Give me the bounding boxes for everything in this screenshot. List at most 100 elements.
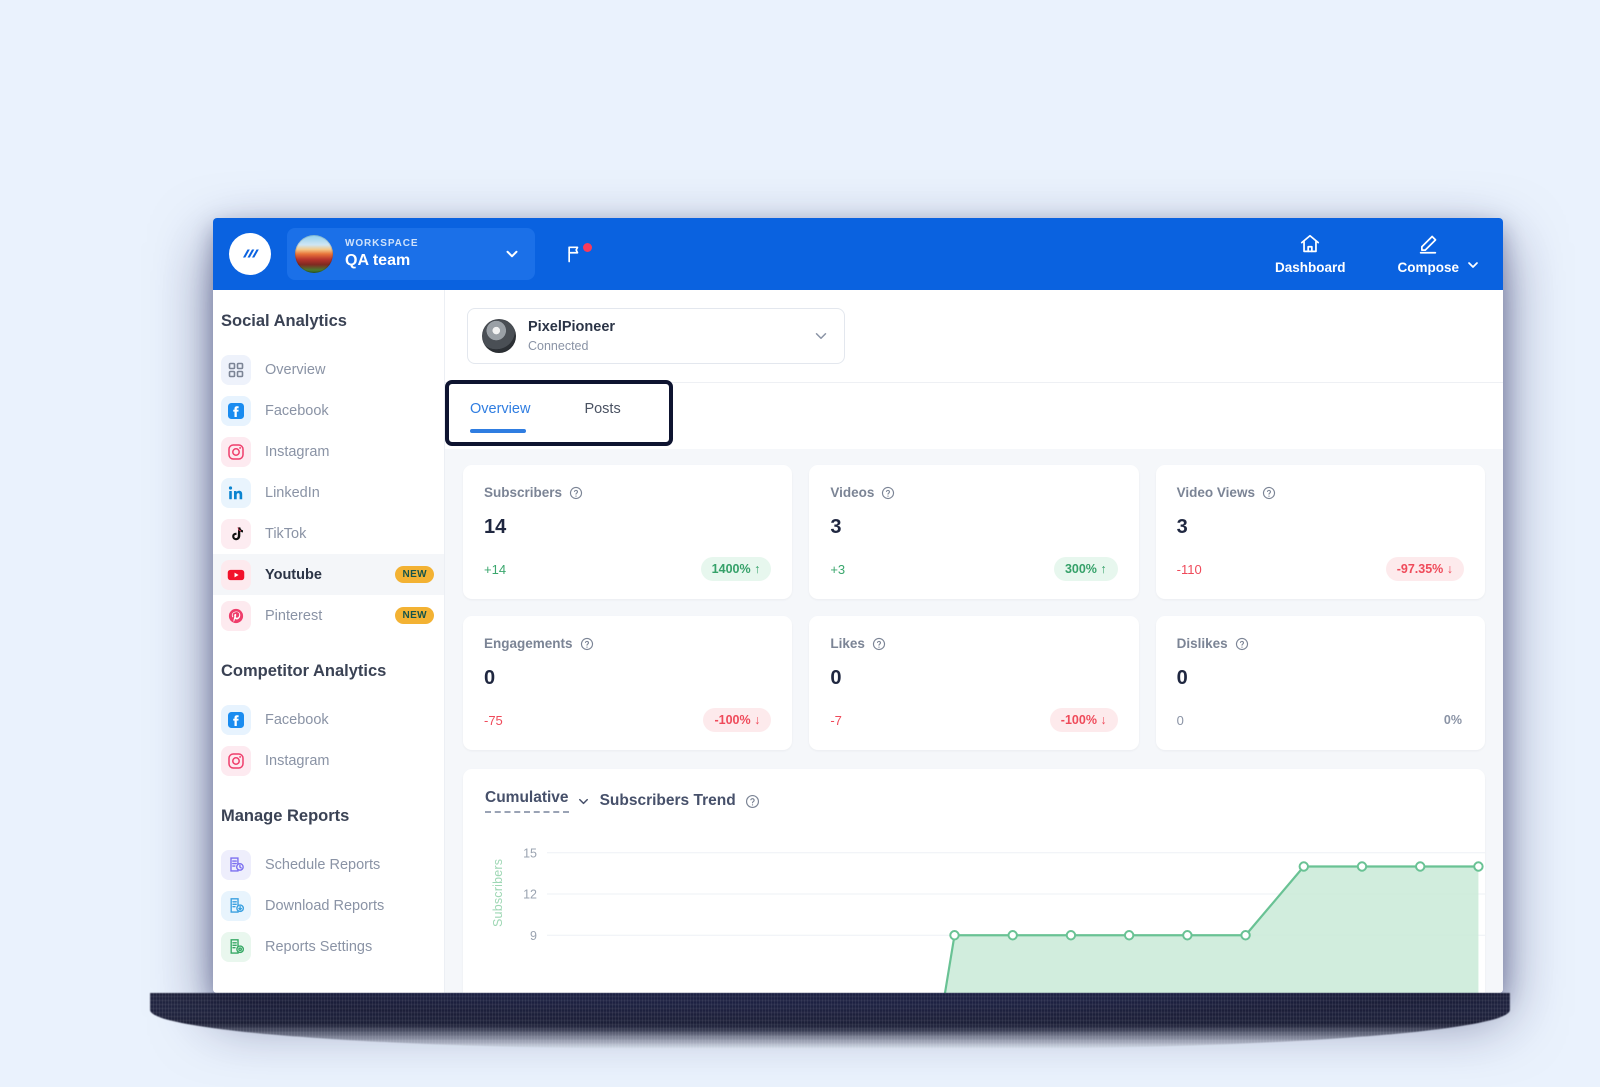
metric-footer: -110 -97.35% ↓ xyxy=(1177,557,1464,581)
schedule-report-icon xyxy=(221,849,251,880)
sidebar-item-youtube[interactable]: Youtube NEW xyxy=(213,554,444,595)
metric-footer: -7 -100% ↓ xyxy=(830,708,1118,732)
workspace-name: QA team xyxy=(345,252,411,270)
metric-title-row: Videos xyxy=(830,485,1117,500)
chart-mode-dropdown[interactable]: Cumulative xyxy=(485,789,569,813)
sidebar-item-label: Reports Settings xyxy=(265,938,373,955)
chevron-down-icon[interactable] xyxy=(576,794,591,809)
help-icon[interactable] xyxy=(1235,637,1249,651)
chart-header: Cumulative Subscribers Trend xyxy=(485,789,1485,813)
sidebar-item-label: LinkedIn xyxy=(265,484,320,501)
metric-footer: 0 0% xyxy=(1177,708,1464,732)
help-icon[interactable] xyxy=(569,486,583,500)
account-selector[interactable]: PixelPioneer Connected xyxy=(467,308,845,364)
nav-compose[interactable]: Compose xyxy=(1371,227,1495,281)
status-badge-new: NEW xyxy=(395,566,434,583)
metric-card-engagements: Engagements 0 -75 -100% ↓ xyxy=(463,616,793,750)
sidebar-item-overview[interactable]: Overview xyxy=(213,349,444,390)
sidebar-item-reports-settings[interactable]: Reports Settings xyxy=(213,926,444,967)
metric-title-row: Dislikes xyxy=(1177,636,1464,651)
sidebar-item-label: Pinterest xyxy=(265,607,323,624)
sidebar-item-facebook[interactable]: Facebook xyxy=(213,390,444,431)
metric-card-subscribers: Subscribers 14 +14 1400% ↑ xyxy=(463,465,793,599)
tiktok-icon xyxy=(221,518,251,549)
metric-percent-badge: 1400% ↑ xyxy=(700,557,772,581)
metric-delta: -75 xyxy=(484,712,503,728)
home-icon xyxy=(1301,234,1320,253)
help-icon[interactable] xyxy=(881,486,895,500)
app-body: Social Analytics Overview Facebook Insta… xyxy=(213,290,1503,993)
metric-percent-badge: -100% ↓ xyxy=(703,708,772,732)
sidebar-item-linkedin[interactable]: LinkedIn xyxy=(213,472,444,513)
metric-percent-badge: -97.35% ↓ xyxy=(1385,557,1464,581)
metric-value: 0 xyxy=(830,667,842,689)
account-status: Connected xyxy=(528,339,589,354)
tabs-bar: Overview Posts xyxy=(445,380,1503,449)
sidebar-item-schedule-reports[interactable]: Schedule Reports xyxy=(213,844,444,885)
nav-compose-label: Compose xyxy=(1397,260,1459,275)
svg-text:9: 9 xyxy=(530,929,537,943)
sidebar-item-label: Overview xyxy=(265,361,326,378)
metric-title-row: Engagements xyxy=(484,636,771,651)
metric-percent-badge: -100% ↓ xyxy=(1049,708,1118,732)
avatar xyxy=(482,319,516,353)
report-settings-icon xyxy=(221,931,251,962)
sidebar-item-pinterest[interactable]: Pinterest NEW xyxy=(213,595,444,636)
pencil-icon xyxy=(1420,235,1437,254)
help-icon[interactable] xyxy=(1262,486,1276,500)
top-nav-actions: Dashboard Compose xyxy=(1249,227,1503,281)
metric-title: Subscribers xyxy=(484,485,563,500)
metrics-section: Subscribers 14 +14 1400% ↑ Videos 3 +3 3… xyxy=(445,449,1503,750)
chart-title: Subscribers Trend xyxy=(599,792,736,809)
instagram-icon xyxy=(221,436,251,467)
sidebar-item-label: Instagram xyxy=(265,752,330,769)
youtube-icon xyxy=(221,559,251,590)
pinterest-icon xyxy=(221,600,251,631)
sidebar-item-competitor-instagram[interactable]: Instagram xyxy=(213,740,444,781)
sidebar-item-label: Download Reports xyxy=(265,897,385,914)
top-navigation-bar: WORKSPACE QA team Dashboard Compose xyxy=(213,218,1503,290)
metric-footer: +3 300% ↑ xyxy=(830,557,1118,581)
help-icon[interactable] xyxy=(580,637,594,651)
download-report-icon xyxy=(221,890,251,921)
app-window: WORKSPACE QA team Dashboard Compose Soci… xyxy=(213,218,1503,993)
sidebar-item-label: TikTok xyxy=(265,525,307,542)
instagram-icon xyxy=(221,745,251,776)
metric-card-video-views: Video Views 3 -110 -97.35% ↓ xyxy=(1155,465,1485,599)
metric-card-videos: Videos 3 +3 300% ↑ xyxy=(809,465,1139,599)
sidebar-item-instagram[interactable]: Instagram xyxy=(213,431,444,472)
account-bar: PixelPioneer Connected xyxy=(445,290,1503,383)
help-icon[interactable] xyxy=(872,637,886,651)
account-name: PixelPioneer xyxy=(528,318,616,335)
app-logo[interactable] xyxy=(229,233,271,275)
metric-title-row: Subscribers xyxy=(484,485,771,500)
metric-delta: +14 xyxy=(484,561,507,577)
svg-text:15: 15 xyxy=(523,846,537,860)
metric-title: Video Views xyxy=(1176,485,1255,500)
sidebar-item-label: Instagram xyxy=(265,443,330,460)
metric-value: 0 xyxy=(484,667,496,689)
sidebar-item-competitor-facebook[interactable]: Facebook xyxy=(213,699,444,740)
help-icon[interactable] xyxy=(745,794,760,809)
sidebar: Social Analytics Overview Facebook Insta… xyxy=(213,290,445,993)
logo-glyph xyxy=(243,249,259,258)
sidebar-item-tiktok[interactable]: TikTok xyxy=(213,513,444,554)
facebook-icon xyxy=(221,704,251,735)
tab-posts[interactable]: Posts xyxy=(584,401,620,433)
svg-text:12: 12 xyxy=(523,888,537,902)
metrics-grid: Subscribers 14 +14 1400% ↑ Videos 3 +3 3… xyxy=(463,465,1485,750)
account-text: PixelPioneer Connected xyxy=(528,319,800,353)
workspace-selector[interactable]: WORKSPACE QA team xyxy=(287,228,535,280)
tab-overview[interactable]: Overview xyxy=(470,401,530,433)
metric-value: 0 xyxy=(1176,667,1188,689)
nav-dashboard[interactable]: Dashboard xyxy=(1249,227,1372,281)
flag-icon xyxy=(568,246,579,263)
nav-dashboard-label: Dashboard xyxy=(1274,260,1346,275)
metric-title: Videos xyxy=(830,485,875,500)
notifications-flag-button[interactable] xyxy=(565,243,592,265)
tab-list: Overview Posts xyxy=(467,383,1481,433)
sidebar-item-label: Youtube xyxy=(265,566,322,583)
sidebar-item-download-reports[interactable]: Download Reports xyxy=(213,885,444,926)
metric-footer: -75 -100% ↓ xyxy=(484,708,772,732)
subscribers-trend-chart-card: Cumulative Subscribers Trend Subscribers… xyxy=(463,769,1485,993)
